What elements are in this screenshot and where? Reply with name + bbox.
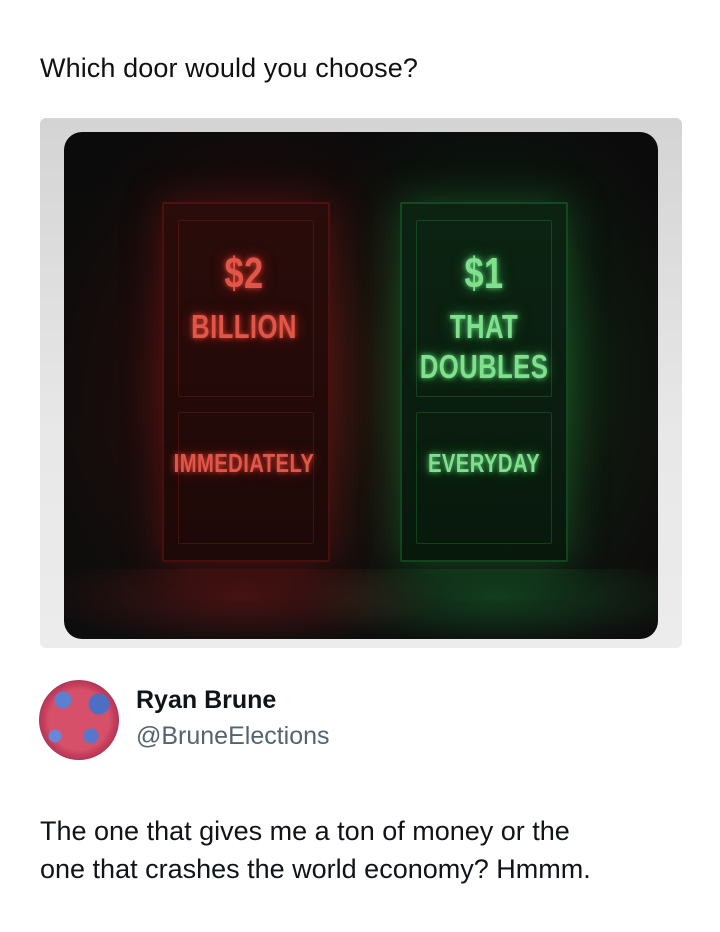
right-door-line2: DOUBLES (419, 348, 549, 385)
left-door-amount: $2 (224, 249, 264, 298)
left-door-footer: IMMEDIATELY (173, 448, 315, 478)
post-question: Which door would you choose? (40, 53, 419, 83)
right-door-line1: THAT (449, 308, 519, 345)
reply-text-line-2: one that crashes the world economy? Hmmm… (40, 854, 591, 884)
right-door-bottom-panel (416, 412, 552, 544)
reply-text-line-1: The one that gives me a ton of money or … (40, 816, 570, 846)
right-door-amount: $1 (464, 249, 504, 298)
right-door-footer: EVERYDAY (427, 448, 541, 478)
author-handle[interactable]: @BruneElections (136, 721, 330, 751)
avatar[interactable] (39, 680, 119, 760)
reply-text: The one that gives me a ton of money or … (40, 812, 700, 888)
author-name[interactable]: Ryan Brune (136, 685, 276, 715)
left-door-line1: BILLION (191, 308, 297, 345)
left-door-bottom-panel (178, 412, 314, 544)
doors-image[interactable]: $2 BILLION IMMEDIATELY $1 THAT DOUBLES E… (64, 132, 658, 639)
floor-glow (64, 569, 658, 639)
